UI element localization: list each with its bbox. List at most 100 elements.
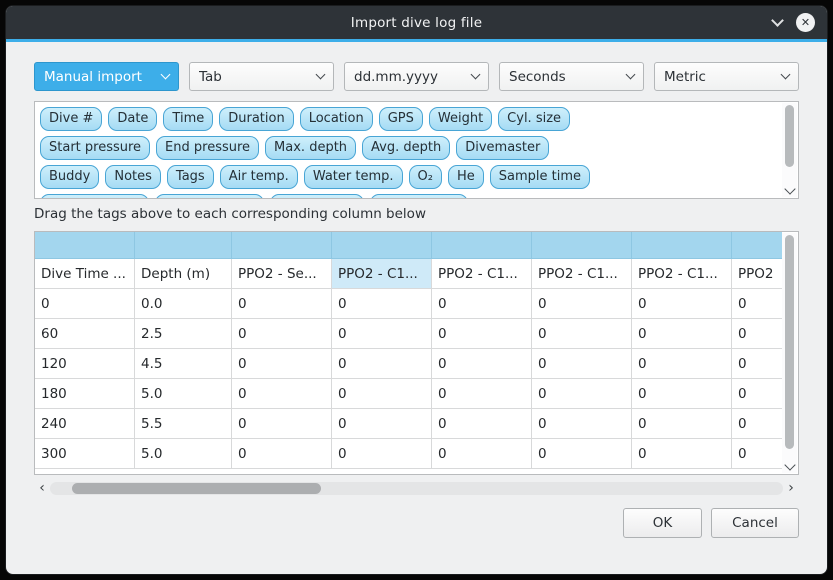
drop-target-cell[interactable] bbox=[332, 232, 432, 259]
chevron-down-icon bbox=[471, 70, 481, 80]
tag-buddy[interactable]: Buddy bbox=[40, 165, 99, 189]
scrollbar-thumb[interactable] bbox=[785, 105, 794, 167]
tag-date[interactable]: Date bbox=[108, 107, 157, 131]
window-title: Import dive log file bbox=[351, 15, 482, 31]
table-cell: 0 bbox=[732, 379, 782, 409]
tag-air-temp[interactable]: Air temp. bbox=[220, 165, 298, 189]
tag-start-pressure[interactable]: Start pressure bbox=[40, 136, 150, 160]
tag-cyl-size[interactable]: Cyl. size bbox=[498, 107, 570, 131]
tag-sample-po[interactable]: Sample pO₂ bbox=[270, 194, 365, 199]
tag-notes[interactable]: Notes bbox=[105, 165, 161, 189]
close-button[interactable]: ✕ bbox=[796, 13, 815, 32]
drop-target-cell[interactable] bbox=[532, 232, 632, 259]
table-cell: 0 bbox=[732, 439, 782, 469]
table-cell: 180 bbox=[35, 379, 135, 409]
drop-target-cell[interactable] bbox=[632, 232, 732, 259]
table-cell: 0 bbox=[632, 409, 732, 439]
table-cell: 0 bbox=[532, 379, 632, 409]
tag-dive[interactable]: Dive # bbox=[40, 107, 102, 131]
table-row: 1204.5000000 bbox=[35, 349, 782, 379]
tag-gps[interactable]: GPS bbox=[379, 107, 423, 131]
column-header: PPO2 bbox=[732, 259, 782, 289]
table-cell: 0 bbox=[732, 319, 782, 349]
table-cell: 0 bbox=[232, 319, 332, 349]
drop-target-cell[interactable] bbox=[232, 232, 332, 259]
tag-tags[interactable]: Tags bbox=[167, 165, 214, 189]
column-header: PPO2 - Se... bbox=[232, 259, 332, 289]
dialog-content: Manual importTabdd.mm.yyyySecondsMetric … bbox=[6, 42, 827, 574]
table-cell: 0 bbox=[532, 289, 632, 319]
dropdown-import-mode[interactable]: Manual import bbox=[34, 62, 179, 91]
table-cell: 0 bbox=[532, 409, 632, 439]
instruction-text: Drag the tags above to each correspondin… bbox=[34, 205, 799, 223]
table-cell: 0 bbox=[632, 439, 732, 469]
hscroll-track[interactable] bbox=[50, 482, 783, 495]
tag-end-pressure[interactable]: End pressure bbox=[156, 136, 259, 160]
header-row: Dive Time ...Depth (m)PPO2 - Se...PPO2 -… bbox=[35, 259, 782, 289]
table-cell: 0 bbox=[332, 349, 432, 379]
tag-panel: Dive #DateTimeDuration LocationGPSWeightC… bbox=[34, 101, 799, 199]
chevron-down-icon bbox=[161, 70, 171, 80]
ok-button[interactable]: OK bbox=[623, 508, 702, 538]
scroll-left-icon[interactable]: ‹ bbox=[34, 481, 50, 496]
table-cell: 5.0 bbox=[135, 379, 232, 409]
tag-panel-scrollbar[interactable] bbox=[782, 103, 797, 197]
table-cell: 0 bbox=[232, 439, 332, 469]
dropdown-units[interactable]: Metric bbox=[654, 62, 799, 91]
drop-target-cell[interactable] bbox=[732, 232, 782, 259]
tag-location[interactable]: Location bbox=[300, 107, 373, 131]
table-cell: 60 bbox=[35, 319, 135, 349]
table-cell: 0 bbox=[332, 409, 432, 439]
dropdown-date-format[interactable]: dd.mm.yyyy bbox=[344, 62, 489, 91]
tag-max-depth[interactable]: Max. depth bbox=[265, 136, 356, 160]
table-cell: 5.0 bbox=[135, 439, 232, 469]
chevron-down-icon bbox=[626, 70, 636, 80]
scrollbar-thumb[interactable] bbox=[785, 235, 794, 449]
table-cell: 0 bbox=[432, 349, 532, 379]
table-cell: 0 bbox=[232, 289, 332, 319]
dropdown-value: Tab bbox=[199, 69, 317, 85]
titlebar[interactable]: Import dive log file ✕ bbox=[6, 6, 827, 39]
tag-avg-depth[interactable]: Avg. depth bbox=[362, 136, 450, 160]
tag-sample-depth[interactable]: Sample depth bbox=[40, 194, 149, 199]
dropdown-field-separator[interactable]: Tab bbox=[189, 62, 334, 91]
table-cell: 0 bbox=[232, 349, 332, 379]
tag-o[interactable]: O₂ bbox=[409, 165, 442, 189]
table-cell: 0 bbox=[632, 349, 732, 379]
tag-weight[interactable]: Weight bbox=[429, 107, 492, 131]
drop-target-cell[interactable] bbox=[135, 232, 232, 259]
table-cell: 0 bbox=[432, 439, 532, 469]
dropdown-value: Seconds bbox=[509, 69, 627, 85]
tag-duration[interactable]: Duration bbox=[219, 107, 293, 131]
chevron-down-icon[interactable] bbox=[771, 14, 784, 27]
tag-water-temp[interactable]: Water temp. bbox=[304, 165, 403, 189]
table-cell: 0 bbox=[332, 439, 432, 469]
table-cell: 0 bbox=[332, 379, 432, 409]
tag-he[interactable]: He bbox=[448, 165, 484, 189]
dropdown-duration-format[interactable]: Seconds bbox=[499, 62, 644, 91]
column-header: Depth (m) bbox=[135, 259, 232, 289]
drop-target-cell[interactable] bbox=[35, 232, 135, 259]
column-header: PPO2 - C1... bbox=[432, 259, 532, 289]
scroll-down-icon[interactable] bbox=[784, 183, 795, 194]
tag-row: Start pressureEnd pressureMax. depthAvg.… bbox=[40, 136, 776, 160]
scroll-right-icon[interactable]: › bbox=[783, 481, 799, 496]
column-header: PPO2 - C1... bbox=[532, 259, 632, 289]
tag-divemaster[interactable]: Divemaster bbox=[456, 136, 549, 160]
table-cell: 240 bbox=[35, 409, 135, 439]
table-hscrollbar[interactable]: ‹ › bbox=[34, 481, 799, 496]
cancel-button[interactable]: Cancel bbox=[711, 508, 799, 538]
tag-sample-time[interactable]: Sample time bbox=[490, 165, 590, 189]
tag-sample-temp[interactable]: Sample temp. bbox=[155, 194, 264, 199]
table-scrollbar[interactable] bbox=[782, 233, 797, 473]
table-row: 3005.0000000 bbox=[35, 439, 782, 469]
table-cell: 0 bbox=[35, 289, 135, 319]
drop-target-cell[interactable] bbox=[432, 232, 532, 259]
scroll-down-icon[interactable] bbox=[784, 459, 795, 470]
tag-time[interactable]: Time bbox=[163, 107, 213, 131]
table-cell: 4.5 bbox=[135, 349, 232, 379]
hscroll-thumb[interactable] bbox=[72, 483, 321, 494]
drop-target-row bbox=[35, 232, 782, 259]
tag-sample-cns[interactable]: Sample CNS bbox=[370, 194, 468, 199]
column-header: PPO2 - C1... bbox=[332, 259, 432, 289]
